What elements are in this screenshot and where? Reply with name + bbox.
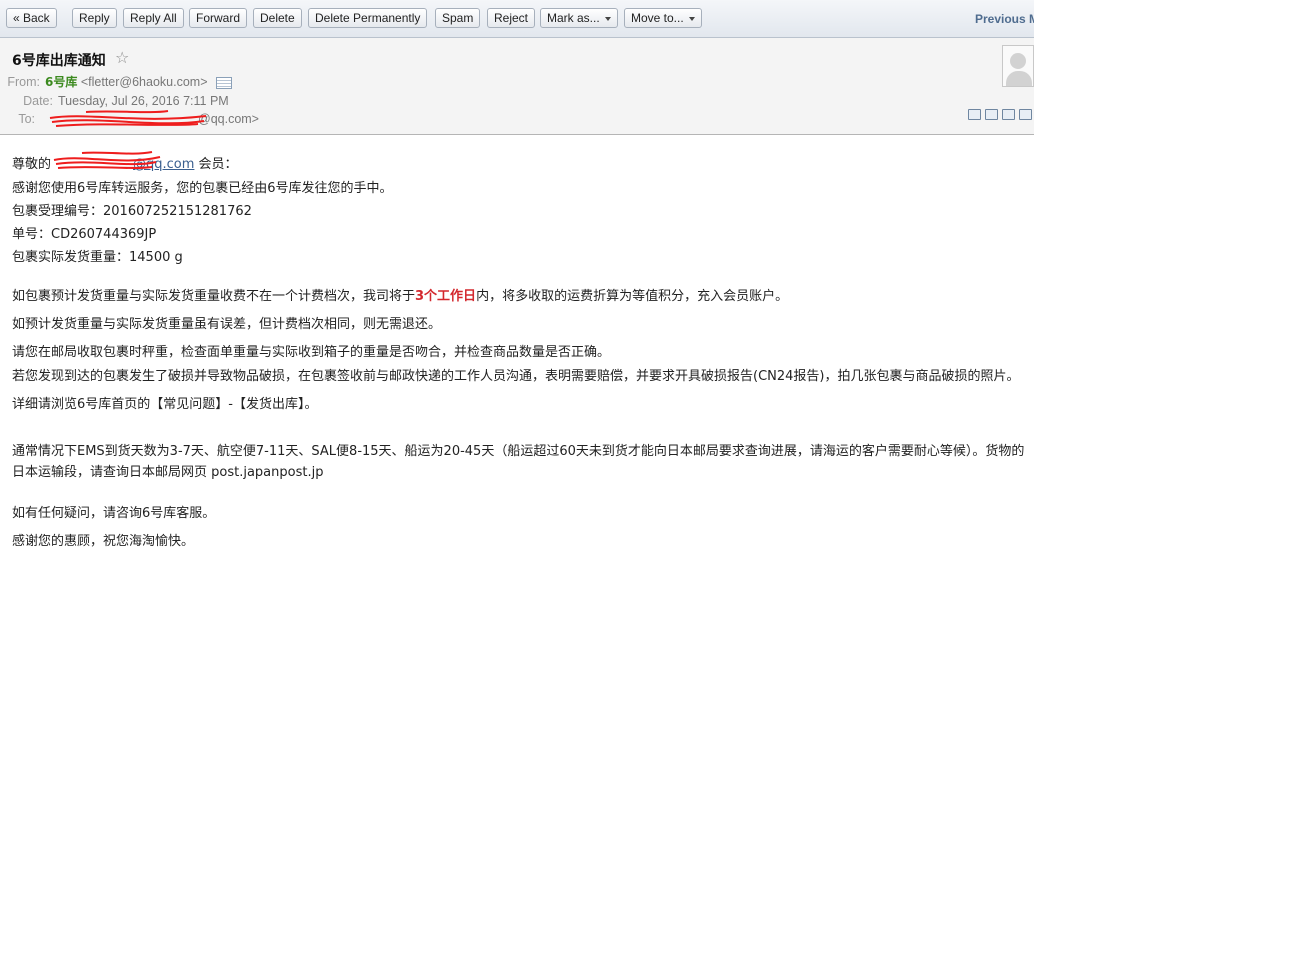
body-paragraph-4: 若您发现到达的包裹发生了破损并导致物品破损，在包裹签收前与邮政快递的工作人员沟通… <box>12 369 1020 412</box>
greeting-redaction <box>53 151 161 169</box>
body-paragraph-6: 如有任何疑问，请咨询6号库客服。 <box>12 506 216 521</box>
from-label: From: <box>7 75 40 89</box>
reject-label: Reject <box>494 11 529 25</box>
tracking-id-line: 包裹受理编号：201607252151281762 <box>12 204 252 219</box>
body-paragraph-2: 如预计发货重量与实际发货重量虽有误差，但计费档次相同，则无需退还。 <box>12 317 442 332</box>
message-date: Tuesday, Jul 26, 2016 7:11 PM <box>58 94 229 108</box>
chevron-down-icon <box>604 17 611 21</box>
recipient-redaction <box>49 110 207 127</box>
move-to-label: Move to... <box>631 11 684 25</box>
open-new-window-icon[interactable] <box>968 109 981 120</box>
to-label: To: <box>18 112 35 126</box>
delete-permanently-label: Delete Permanently <box>315 11 421 25</box>
reply-label: Reply <box>79 11 110 25</box>
save-message-icon[interactable] <box>1002 109 1015 120</box>
reject-button[interactable]: Reject <box>487 8 536 28</box>
chevron-down-icon <box>688 17 695 21</box>
message-subject: 6号库出库通知 <box>12 53 106 69</box>
mail-viewer: « Back Reply Reply All Forward Delete De… <box>0 0 1034 968</box>
sender-avatar <box>1002 45 1034 87</box>
reply-button[interactable]: Reply <box>72 8 117 28</box>
para1-after: 内，将多收取的运费折算为等值积分，充入会员账户。 <box>476 289 789 304</box>
print-icon[interactable] <box>1019 109 1032 120</box>
back-label: « Back <box>13 11 50 25</box>
add-contact-icon[interactable] <box>215 76 232 89</box>
para1-before: 如包裹预计发货重量与实际发货重量收费不在一个计费档次，我司将于 <box>12 289 416 304</box>
spam-label: Spam <box>442 11 474 25</box>
message-toolbar: « Back Reply Reply All Forward Delete De… <box>0 0 1034 38</box>
body-paragraph-5: 通常情况下EMS到货天数为3-7天、航空便7-11天、SAL便8-15天、船运为… <box>12 444 1025 480</box>
delete-button[interactable]: Delete <box>253 8 302 28</box>
body-line-1: 感谢您使用6号库转运服务，您的包裹已经由6号库发往您的手中。 <box>12 181 393 196</box>
sender-email[interactable]: <fletter@6haoku.com> <box>81 75 208 89</box>
body-paragraph-3: 请您在邮局收取包裹时秤重，检查面单重量与实际收到箱子的重量是否吻合，并检查商品数… <box>12 345 611 360</box>
reply-all-label: Reply All <box>130 11 177 25</box>
mark-as-label: Mark as... <box>547 11 600 25</box>
date-row: Date: Tuesday, Jul 26, 2016 7:11 PM <box>15 94 229 108</box>
order-number-line: 单号：CD260744369JP <box>12 227 157 242</box>
mark-as-menu[interactable]: Mark as... <box>540 8 618 28</box>
star-icon[interactable]: ☆ <box>115 48 129 67</box>
body-paragraph-7: 感谢您的惠顾，祝您海淘愉快。 <box>12 534 195 549</box>
forward-label: Forward <box>196 11 241 25</box>
previous-message-link[interactable]: Previous M <box>975 12 1034 26</box>
greeting-suffix: 会员： <box>194 157 238 172</box>
para1-highlight: 3个工作日 <box>415 289 477 304</box>
move-to-menu[interactable]: Move to... <box>624 8 702 28</box>
from-row: From: 6号库 <fletter@6haoku.com> <box>2 73 232 90</box>
message-header: 6号库出库通知 ☆ From: 6号库 <fletter@6haoku.com> … <box>0 38 1034 135</box>
sender-name[interactable]: 6号库 <box>45 75 77 89</box>
spam-button[interactable]: Spam <box>435 8 481 28</box>
delete-label: Delete <box>260 11 295 25</box>
back-button[interactable]: « Back <box>6 8 57 28</box>
delete-permanently-button[interactable]: Delete Permanently <box>308 8 428 28</box>
reply-all-button[interactable]: Reply All <box>123 8 184 28</box>
forward-button[interactable]: Forward <box>189 8 248 28</box>
date-label: Date: <box>23 94 53 108</box>
view-source-icon[interactable] <box>985 109 998 120</box>
body-paragraph-1: 如包裹预计发货重量与实际发货重量收费不在一个计费档次，我司将于3个工作日内，将多… <box>12 285 788 304</box>
greeting-prefix: 尊敬的 <box>12 157 52 172</box>
header-action-icons <box>968 109 1032 120</box>
weight-line: 包裹实际发货重量：14500 g <box>12 250 183 265</box>
